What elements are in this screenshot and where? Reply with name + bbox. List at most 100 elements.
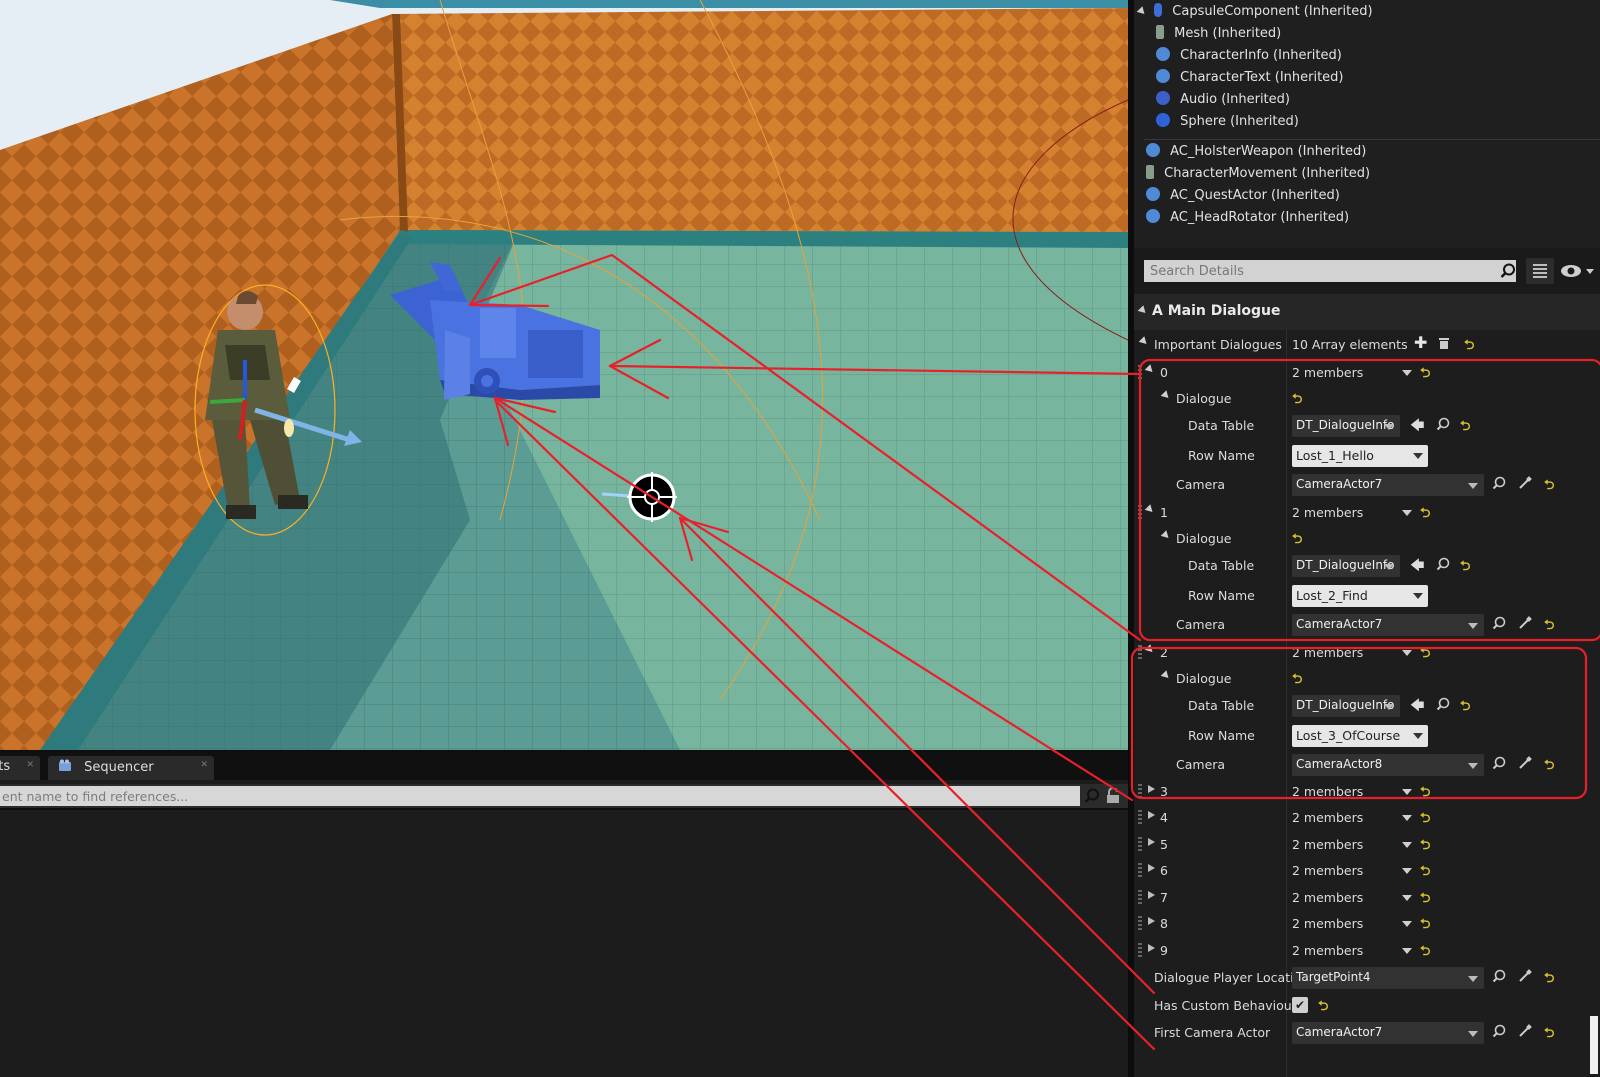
- drag-handle[interactable]: [1138, 645, 1142, 659]
- expand-arrow[interactable]: [1144, 644, 1156, 655]
- expand-arrow[interactable]: [1148, 811, 1155, 819]
- level-viewport[interactable]: [0, 0, 1128, 750]
- reset-icon[interactable]: ⮌: [1460, 417, 1470, 439]
- lock-icon[interactable]: [1106, 788, 1120, 804]
- tree-item-capsule[interactable]: CapsuleComponent (Inherited): [1134, 1, 1373, 23]
- custom-behaviour-checkbox[interactable]: ✔: [1292, 997, 1308, 1013]
- drag-handle[interactable]: [1138, 837, 1142, 851]
- drag-handle[interactable]: [1138, 916, 1142, 930]
- tree-item-mesh[interactable]: Mesh (Inherited): [1156, 23, 1281, 45]
- chevron-down-icon[interactable]: [1402, 370, 1412, 376]
- close-icon[interactable]: ✕: [26, 760, 34, 770]
- reset-icon[interactable]: ⮌: [1420, 504, 1430, 526]
- camera-dropdown[interactable]: CameraActor8: [1292, 754, 1484, 776]
- browse-icon[interactable]: [1492, 476, 1506, 490]
- reset-icon[interactable]: ⮌: [1544, 616, 1554, 638]
- search-icon[interactable]: [1084, 788, 1100, 804]
- reset-icon[interactable]: ⮌: [1460, 697, 1470, 719]
- drag-handle[interactable]: [1138, 810, 1142, 824]
- tree-item-charactermovement[interactable]: CharacterMovement (Inherited): [1146, 163, 1370, 185]
- browse-icon[interactable]: [1436, 557, 1450, 571]
- row-name-dropdown[interactable]: Lost_1_Hello: [1292, 445, 1428, 467]
- reset-icon[interactable]: ⮌: [1544, 1024, 1554, 1046]
- expand-arrow[interactable]: [1160, 670, 1172, 681]
- add-element-icon[interactable]: ✚: [1414, 333, 1427, 352]
- reset-icon[interactable]: ⮌: [1544, 476, 1554, 498]
- tree-item-holsterweapon[interactable]: AC_HolsterWeapon (Inherited): [1146, 141, 1366, 163]
- browse-icon[interactable]: [1436, 697, 1450, 711]
- reset-icon[interactable]: ⮌: [1460, 557, 1470, 579]
- picker-icon[interactable]: [1518, 1024, 1532, 1038]
- chevron-down-icon[interactable]: [1402, 510, 1412, 516]
- tree-item-audio[interactable]: Audio (Inherited): [1156, 89, 1290, 111]
- picker-icon[interactable]: [1518, 756, 1532, 770]
- browse-icon[interactable]: [1492, 616, 1506, 630]
- player-location-dropdown[interactable]: TargetPoint4: [1292, 967, 1484, 989]
- arrow-left-icon[interactable]: 🡄: [1410, 415, 1424, 439]
- data-table-dropdown[interactable]: DT_DialogueInfo: [1292, 555, 1400, 577]
- chevron-down-icon[interactable]: [1402, 789, 1412, 795]
- tree-item-charactertext[interactable]: CharacterText (Inherited): [1156, 67, 1344, 89]
- reset-icon[interactable]: ⮌: [1420, 836, 1430, 858]
- browse-icon[interactable]: [1436, 417, 1450, 431]
- drag-handle[interactable]: [1138, 365, 1142, 379]
- reset-icon[interactable]: ⮌: [1420, 889, 1430, 911]
- expand-arrow[interactable]: [1160, 530, 1172, 541]
- references-search-input[interactable]: [0, 786, 1080, 806]
- reset-icon[interactable]: ⮌: [1544, 756, 1554, 778]
- tree-item-characterinfo[interactable]: CharacterInfo (Inherited): [1156, 45, 1342, 67]
- reset-icon[interactable]: ⮌: [1420, 862, 1430, 884]
- reset-icon[interactable]: ⮌: [1420, 644, 1430, 666]
- picker-icon[interactable]: [1518, 616, 1532, 630]
- drag-handle[interactable]: [1138, 890, 1142, 904]
- tree-item-sphere[interactable]: Sphere (Inherited): [1156, 111, 1299, 133]
- tab-sequencer[interactable]: Sequencer ✕: [48, 756, 214, 780]
- reset-icon[interactable]: ⮌: [1292, 390, 1302, 412]
- row-name-dropdown[interactable]: Lost_2_Find: [1292, 585, 1428, 607]
- property-matrix-button[interactable]: [1526, 258, 1554, 284]
- browse-icon[interactable]: [1492, 756, 1506, 770]
- expand-arrow[interactable]: [1148, 864, 1155, 872]
- tree-item-questactor[interactable]: AC_QuestActor (Inherited): [1146, 185, 1340, 207]
- expand-arrow[interactable]: [1160, 390, 1172, 401]
- expand-arrow[interactable]: [1144, 364, 1156, 375]
- reset-icon[interactable]: ⮌: [1292, 670, 1302, 692]
- drag-handle[interactable]: [1138, 943, 1142, 957]
- reset-icon[interactable]: ⮌: [1544, 969, 1554, 991]
- search-icon[interactable]: [1500, 263, 1516, 279]
- reset-icon[interactable]: ⮌: [1420, 809, 1430, 831]
- camera-dropdown[interactable]: CameraActor7: [1292, 614, 1484, 636]
- chevron-down-icon[interactable]: [1402, 921, 1412, 927]
- expand-arrow[interactable]: [1148, 917, 1155, 925]
- reset-icon[interactable]: ⮌: [1420, 942, 1430, 964]
- chevron-down-icon[interactable]: [1402, 895, 1412, 901]
- expand-arrow[interactable]: [1138, 336, 1150, 347]
- first-camera-dropdown[interactable]: CameraActor7: [1292, 1022, 1484, 1044]
- details-search-input[interactable]: [1144, 260, 1516, 282]
- trash-icon[interactable]: [1438, 336, 1450, 350]
- chevron-down-icon[interactable]: [1402, 842, 1412, 848]
- reset-icon[interactable]: ⮌: [1420, 783, 1430, 805]
- expand-arrow[interactable]: [1144, 504, 1156, 515]
- expand-arrow[interactable]: [1148, 944, 1155, 952]
- browse-icon[interactable]: [1492, 969, 1506, 983]
- data-table-dropdown[interactable]: DT_DialogueInfo: [1292, 415, 1400, 437]
- tab-references[interactable]: nts ✕: [0, 756, 40, 780]
- arrow-left-icon[interactable]: 🡄: [1410, 555, 1424, 579]
- reset-icon[interactable]: ⮌: [1318, 997, 1328, 1019]
- reset-icon[interactable]: ⮌: [1292, 530, 1302, 552]
- expand-arrow[interactable]: [1148, 838, 1155, 846]
- reset-icon[interactable]: ⮌: [1420, 364, 1430, 386]
- view-options-button[interactable]: [1558, 258, 1598, 284]
- browse-icon[interactable]: [1492, 1024, 1506, 1038]
- reset-icon[interactable]: ⮌: [1420, 915, 1430, 937]
- tree-item-headrotator[interactable]: AC_HeadRotator (Inherited): [1146, 207, 1349, 229]
- expand-arrow[interactable]: [1148, 891, 1155, 899]
- chevron-down-icon[interactable]: [1402, 948, 1412, 954]
- chevron-down-icon[interactable]: [1402, 650, 1412, 656]
- camera-dropdown[interactable]: CameraActor7: [1292, 474, 1484, 496]
- reset-icon[interactable]: ⮌: [1464, 336, 1474, 358]
- row-name-dropdown[interactable]: Lost_3_OfCourse: [1292, 725, 1428, 747]
- close-icon[interactable]: ✕: [200, 760, 208, 770]
- expand-arrow[interactable]: [1148, 785, 1155, 793]
